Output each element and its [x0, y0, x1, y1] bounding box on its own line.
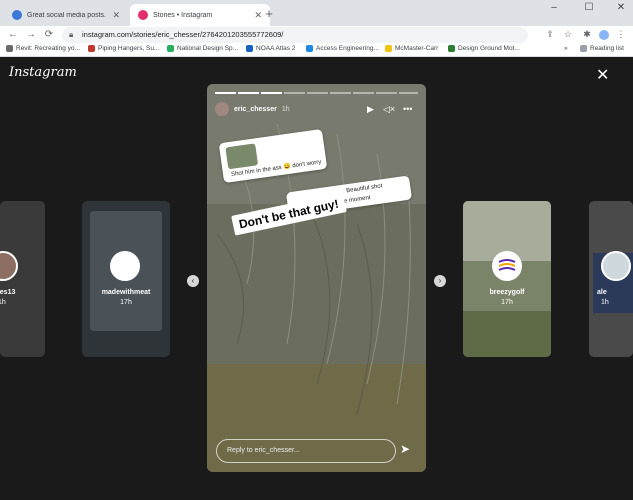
- browser-window: Great social media posts. | Page ✕ Stori…: [0, 0, 633, 500]
- preview-avatar: [601, 251, 631, 281]
- reply-input[interactable]: Reply to eric_chesser...: [216, 439, 396, 463]
- back-button[interactable]: ←: [6, 28, 20, 42]
- story-header: eric_chesser 1h: [215, 102, 290, 116]
- tab-social-media-posts[interactable]: Great social media posts. | Page ✕: [4, 4, 128, 26]
- bookmark-icon: [88, 45, 95, 52]
- bookmarks-bar: Revit: Recreating yo... Piping Hangers, …: [0, 44, 633, 57]
- preview-time: 1h: [601, 299, 609, 306]
- active-story[interactable]: eric_chesser 1h ▶ ◁× ••• Shot him in the…: [207, 84, 426, 472]
- tab-title: Great social media posts. | Page: [27, 11, 108, 19]
- preview-thumbnail-ground: [463, 311, 551, 357]
- story-progress-bar: [215, 92, 418, 94]
- bookmark-icon: [167, 45, 174, 52]
- instagram-favicon: [138, 10, 148, 20]
- progress-segment: [284, 92, 305, 94]
- instagram-logo[interactable]: Instagram: [9, 65, 77, 80]
- preview-avatar: [0, 251, 18, 281]
- menu-icon[interactable]: ⋮: [615, 29, 627, 40]
- profile-avatar[interactable]: [599, 30, 609, 40]
- bookmarks-overflow-button[interactable]: »: [564, 45, 568, 52]
- reload-button[interactable]: ⟳: [42, 28, 56, 42]
- progress-segment: [261, 92, 282, 94]
- bookmark-icon: [246, 45, 253, 52]
- story-username[interactable]: eric_chesser: [234, 106, 277, 113]
- bookmark-icon: [385, 45, 392, 52]
- lock-icon: 🔒︎: [69, 30, 74, 39]
- story-preview-madewithmeat[interactable]: madewithmeat 17h: [82, 201, 170, 357]
- address-bar[interactable]: 🔒︎ instagram.com/stories/eric_chesser/27…: [62, 27, 528, 43]
- reading-list-icon: [580, 45, 587, 52]
- bookmark-item[interactable]: Revit: Recreating yo...: [6, 45, 80, 52]
- preview-time: 17h: [120, 299, 132, 306]
- extensions-icon[interactable]: ✱: [581, 29, 593, 40]
- tab-stories-instagram[interactable]: Stories • Instagram ✕: [130, 4, 270, 26]
- story-preview-breezygolf[interactable]: breezygolf 17h: [463, 201, 551, 357]
- progress-segment: [376, 92, 397, 94]
- bookmark-item[interactable]: National Design Sp...: [167, 45, 238, 52]
- share-icon[interactable]: ⇪: [544, 29, 556, 40]
- minimize-button[interactable]: –: [545, 2, 563, 13]
- bookmark-item[interactable]: Access Engineering...: [306, 45, 379, 52]
- instagram-story-viewer: Instagram ✕ akes13 1h madewithmeat 17h: [0, 57, 633, 500]
- preview-time: 17h: [501, 299, 513, 306]
- bookmark-item[interactable]: NOAA Atlas 2: [246, 45, 295, 52]
- maximize-button[interactable]: ☐: [580, 2, 598, 13]
- progress-segment: [399, 92, 418, 94]
- send-icon[interactable]: ➤: [400, 442, 410, 456]
- comment-thumbnail: [225, 143, 259, 170]
- url-text: instagram.com/stories/eric_chesser/27642…: [82, 30, 284, 39]
- preview-username: akes13: [0, 289, 16, 296]
- bookmark-icon: [306, 45, 313, 52]
- tab-title: Stories • Instagram: [153, 11, 213, 19]
- progress-segment: [330, 92, 351, 94]
- close-viewer-button[interactable]: ✕: [596, 65, 609, 85]
- preview-username: breezygolf: [489, 289, 525, 296]
- close-tab-icon[interactable]: ✕: [254, 10, 262, 21]
- next-story-button[interactable]: ›: [434, 275, 446, 287]
- reply-sticker-title: Beautiful shot: [345, 183, 383, 195]
- mute-icon[interactable]: ◁×: [383, 104, 395, 115]
- story-avatar[interactable]: [215, 102, 229, 116]
- reading-list-button[interactable]: Reading list: [580, 45, 624, 52]
- more-options-icon[interactable]: •••: [403, 104, 412, 114]
- browser-toolbar: ← → ⟳ 🔒︎ instagram.com/stories/eric_ches…: [0, 26, 633, 44]
- progress-segment: [307, 92, 328, 94]
- breezygolf-logo-icon: [498, 259, 516, 271]
- bookmark-icon: [448, 45, 455, 52]
- bookmark-icon: [6, 45, 13, 52]
- forward-button[interactable]: →: [24, 28, 38, 42]
- bookmark-item[interactable]: Piping Hangers, Su...: [88, 45, 159, 52]
- close-tab-icon[interactable]: ✕: [112, 10, 120, 21]
- bookmark-item[interactable]: McMaster-Carr: [385, 45, 438, 52]
- tab-strip: Great social media posts. | Page ✕ Stori…: [0, 0, 633, 26]
- bookmark-item[interactable]: Design Ground Mot...: [448, 45, 520, 52]
- play-icon[interactable]: ▶: [367, 104, 374, 115]
- close-window-button[interactable]: ✕: [612, 2, 630, 13]
- bookmark-star-icon[interactable]: ☆: [562, 29, 574, 40]
- reply-placeholder: Reply to eric_chesser...: [227, 447, 300, 454]
- story-preview-ale[interactable]: ale 1h: [589, 201, 633, 357]
- progress-segment: [353, 92, 374, 94]
- preview-username: madewithmeat: [101, 289, 151, 296]
- tab-favicon: [12, 10, 22, 20]
- story-time: 1h: [281, 105, 290, 113]
- progress-segment: [215, 92, 236, 94]
- preview-avatar: [492, 251, 522, 281]
- preview-username: ale: [597, 289, 607, 296]
- story-preview-akes13[interactable]: akes13 1h: [0, 201, 45, 357]
- preview-avatar: [110, 251, 140, 281]
- previous-story-button[interactable]: ‹: [187, 275, 199, 287]
- new-tab-button[interactable]: +: [262, 6, 276, 21]
- preview-time: 1h: [0, 299, 6, 306]
- progress-segment: [238, 92, 259, 94]
